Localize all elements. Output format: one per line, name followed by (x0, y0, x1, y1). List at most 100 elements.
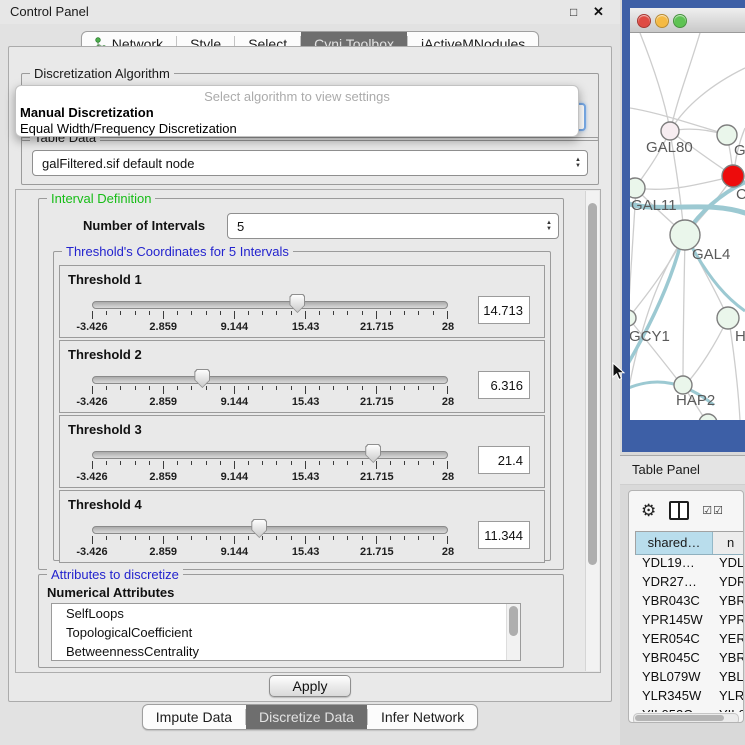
network-node-c[interactable] (722, 165, 744, 187)
threshold-slider[interactable]: -3.4262.8599.14415.4321.71528 (92, 294, 448, 334)
slider-track[interactable] (92, 301, 448, 309)
slider-track[interactable] (92, 526, 448, 534)
table-cell-shared-name[interactable]: YIL052C (635, 707, 711, 712)
tab-impute-data[interactable]: Impute Data (143, 705, 245, 729)
gear-icon[interactable]: ⚙ (641, 502, 656, 519)
table-cell-name[interactable]: YLR3 (711, 688, 744, 707)
table-cell-shared-name[interactable]: YLR345W (635, 688, 711, 707)
table-cell-name[interactable]: YDL1 (711, 555, 744, 574)
network-edge[interactable] (672, 68, 745, 128)
table-data-combobox[interactable]: galFiltered.sif default node ▲▼ (32, 150, 588, 176)
column-header-shared-name[interactable]: shared… (636, 532, 713, 554)
network-node-label: GAL4 (692, 246, 730, 263)
slider-track[interactable] (92, 376, 448, 384)
network-node-gal80[interactable] (661, 122, 679, 140)
threshold-value-field[interactable]: 11.344 (478, 521, 530, 549)
network-edge[interactable] (671, 33, 700, 129)
close-icon[interactable]: ✕ (593, 4, 604, 20)
table-cell-shared-name[interactable]: YER054C (635, 631, 711, 650)
tick-mark (433, 386, 434, 390)
table-horizontal-scrollbar-thumb[interactable] (635, 715, 724, 721)
network-edge[interactable] (683, 237, 685, 383)
table-cell-name[interactable]: YIL0 (711, 707, 744, 712)
threshold-box: Threshold 4-3.4262.8599.14415.4321.71528… (59, 490, 545, 563)
table-cell-shared-name[interactable]: YDR27… (635, 574, 711, 593)
network-canvas[interactable]: GAL80GCGAL11GAL4GCY1HHAP2 (630, 33, 745, 420)
network-edge[interactable] (640, 33, 670, 130)
threshold-value-field[interactable]: 21.4 (478, 446, 530, 474)
table-row[interactable]: YIL052CYIL0 (635, 707, 744, 712)
tab-infer-network[interactable]: Infer Network (368, 705, 477, 729)
table-cell-shared-name[interactable]: YBL079W (635, 669, 711, 688)
network-node-gcy1[interactable] (630, 310, 636, 326)
table-row[interactable]: YDL19…YDL1 (635, 555, 744, 574)
threshold-value-field[interactable]: 6.316 (478, 371, 530, 399)
tick-mark (220, 461, 221, 465)
table-cell-name[interactable]: YBL0 (711, 669, 744, 688)
network-highlight-edge[interactable] (630, 239, 682, 367)
table-cell-name[interactable]: YDR2 (711, 574, 744, 593)
tick-mark (291, 536, 292, 540)
dropdown-placeholder-item[interactable]: Select algorithm to view settings (16, 89, 578, 105)
table-cell-name[interactable]: YBR0 (711, 593, 744, 612)
threshold-value-field[interactable]: 14.713 (478, 296, 530, 324)
slider-thumb-face (290, 295, 304, 312)
threshold-slider[interactable]: -3.4262.8599.14415.4321.71528 (92, 369, 448, 409)
combo-stepper-icon[interactable]: ▲▼ (540, 220, 558, 232)
table-cell-shared-name[interactable]: YPR145W (635, 612, 711, 631)
tab-discretize-data[interactable]: Discretize Data (246, 705, 367, 729)
tick-mark (206, 386, 207, 390)
dropdown-option[interactable]: Manual Discretization (16, 105, 578, 121)
network-node-label: GCY1 (630, 328, 670, 345)
list-scrollbar-thumb[interactable] (509, 606, 518, 636)
attribute-list-item[interactable]: SelfLoops (52, 604, 520, 623)
table-row[interactable]: YER054CYER0 (635, 631, 744, 650)
threshold-slider[interactable]: -3.4262.8599.14415.4321.71528 (92, 519, 448, 559)
apply-row: Apply (9, 675, 611, 697)
table-row[interactable]: YBR045CYBR0 (635, 650, 744, 669)
table-row[interactable]: YDR27…YDR2 (635, 574, 744, 593)
table-row[interactable]: YBL079WYBL0 (635, 669, 744, 688)
slider-track[interactable] (92, 451, 448, 459)
tick-label: 9.144 (221, 396, 249, 408)
table-row[interactable]: YPR145WYPR1 (635, 612, 744, 631)
table-cell-shared-name[interactable]: YBR045C (635, 650, 711, 669)
network-graph[interactable]: GAL80GCGAL11GAL4GCY1HHAP2 (630, 33, 745, 420)
table-row[interactable]: YLR345WYLR3 (635, 688, 744, 707)
table-cell-shared-name[interactable]: YDL19… (635, 555, 711, 574)
numerical-attributes-list[interactable]: SelfLoopsTopologicalCoefficientBetweenne… (51, 603, 521, 661)
dropdown-option[interactable]: Equal Width/Frequency Discretization (16, 121, 578, 137)
window-close-button[interactable] (637, 14, 651, 28)
tick-mark (276, 461, 277, 465)
pane-scrollbar[interactable] (585, 191, 599, 671)
checkboxes-icon[interactable]: ☑☑ (702, 504, 724, 517)
network-node-gal11[interactable] (630, 178, 645, 198)
attributes-group: Attributes to discretize Numerical Attri… (38, 574, 564, 668)
tick-mark (362, 386, 363, 390)
table-horizontal-scrollbar[interactable] (633, 713, 739, 723)
network-node-h[interactable] (717, 307, 739, 329)
column-layout-icon[interactable] (669, 501, 689, 520)
table-cell-name[interactable]: YER0 (711, 631, 744, 650)
combo-stepper-icon[interactable]: ▲▼ (569, 157, 587, 169)
apply-button[interactable]: Apply (269, 675, 350, 697)
number-of-intervals-combobox[interactable]: 5 ▲▼ (227, 213, 559, 239)
tick-mark (376, 536, 377, 544)
float-window-icon[interactable]: □ (570, 5, 577, 19)
attribute-list-item[interactable]: TopologicalCoefficient (52, 623, 520, 642)
pane-scrollbar-thumb[interactable] (588, 203, 597, 565)
network-edge[interactable] (686, 320, 727, 384)
network-edge[interactable] (636, 177, 731, 189)
list-scrollbar[interactable] (506, 604, 520, 660)
table-panel-title: Table Panel (632, 462, 700, 477)
window-zoom-button[interactable] (673, 14, 687, 28)
column-header-name[interactable]: n (713, 532, 744, 554)
attribute-list-item[interactable]: BetweennessCentrality (52, 642, 520, 661)
table-cell-name[interactable]: YBR0 (711, 650, 744, 669)
table-cell-shared-name[interactable]: YBR043C (635, 593, 711, 612)
window-minimize-button[interactable] (655, 14, 669, 28)
table-row[interactable]: YBR043CYBR0 (635, 593, 744, 612)
tick-mark (319, 536, 320, 540)
threshold-slider[interactable]: -3.4262.8599.14415.4321.71528 (92, 444, 448, 484)
table-cell-name[interactable]: YPR1 (711, 612, 744, 631)
